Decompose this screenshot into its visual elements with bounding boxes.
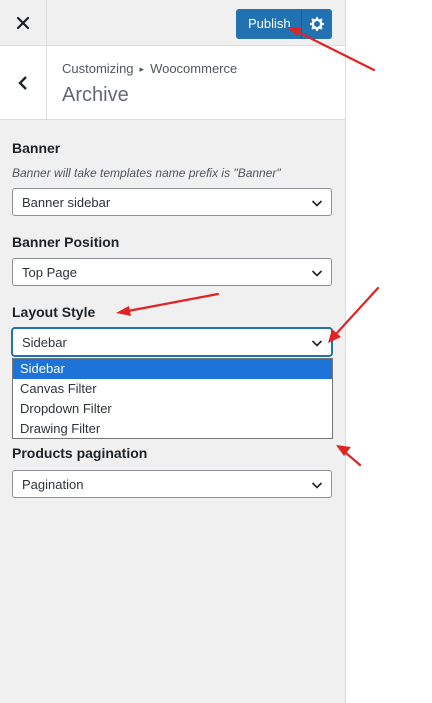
annotation-arrow-dropdown <box>344 451 362 467</box>
annotation-arrowhead-publish <box>287 27 302 36</box>
annotation-arrows <box>116 27 380 467</box>
annotation-arrow-layout-select <box>334 286 380 336</box>
annotation-arrowhead-layout-title <box>116 306 131 316</box>
annotation-arrow-layout-title <box>126 292 220 313</box>
annotation-arrow-publish <box>296 30 376 72</box>
